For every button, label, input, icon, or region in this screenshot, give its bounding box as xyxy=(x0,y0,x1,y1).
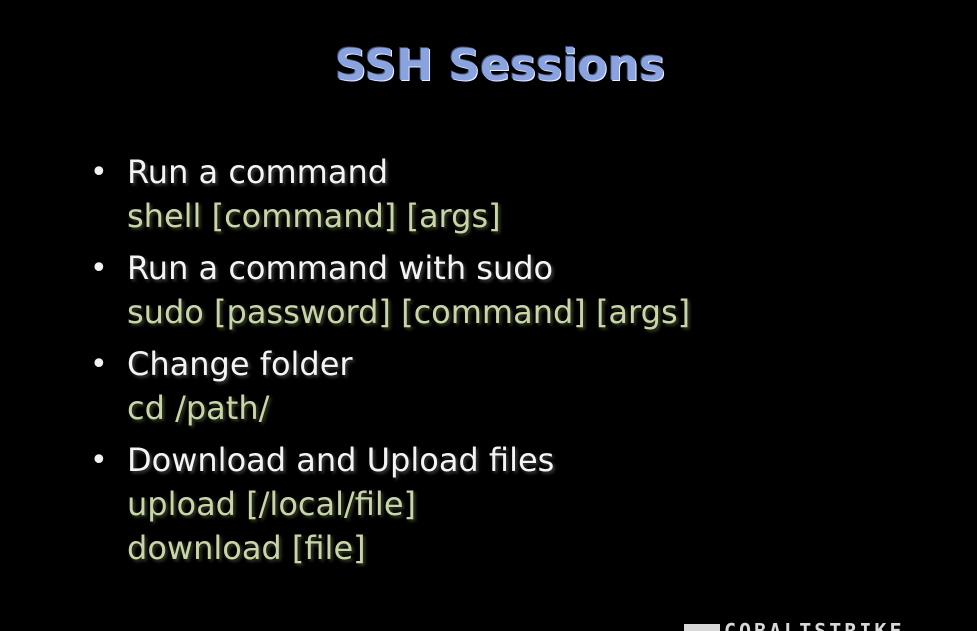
presentation-slide: SSH Sessions • Run a command shell [comm… xyxy=(0,0,977,631)
command-syntax: cd /path/ xyxy=(127,389,270,427)
bullet-heading: Download and Upload files xyxy=(127,441,555,479)
bullet-heading: Run a command xyxy=(127,153,389,191)
cobalt-strike-logo: COBALTSTRIKE xyxy=(684,621,914,631)
bullet-run-sudo: • Run a command with sudo sudo [password… xyxy=(90,246,950,334)
bullet-dot-icon: • xyxy=(90,347,108,382)
bullet-change-folder: • Change folder cd /path/ xyxy=(90,342,950,430)
bullet-dot-icon: • xyxy=(90,443,108,478)
bullet-list: • Run a command shell [command] [args] •… xyxy=(90,150,950,578)
command-syntax: download [file] xyxy=(127,529,366,567)
logo-text: COBALTSTRIKE xyxy=(724,621,905,631)
bullet-heading: Run a command with sudo xyxy=(127,249,554,287)
command-syntax: upload [/local/file] xyxy=(127,485,416,523)
logo-mark-icon xyxy=(684,624,720,631)
command-syntax: shell [command] [args] xyxy=(127,197,501,235)
slide-title: SSH Sessions xyxy=(334,40,666,91)
bullet-run-command: • Run a command shell [command] [args] xyxy=(90,150,950,238)
bullet-transfer-files: • Download and Upload files upload [/loc… xyxy=(90,438,950,570)
bullet-heading: Change folder xyxy=(127,345,353,383)
command-syntax: sudo [password] [command] [args] xyxy=(127,293,691,331)
bullet-dot-icon: • xyxy=(90,155,108,190)
bullet-dot-icon: • xyxy=(90,251,108,286)
